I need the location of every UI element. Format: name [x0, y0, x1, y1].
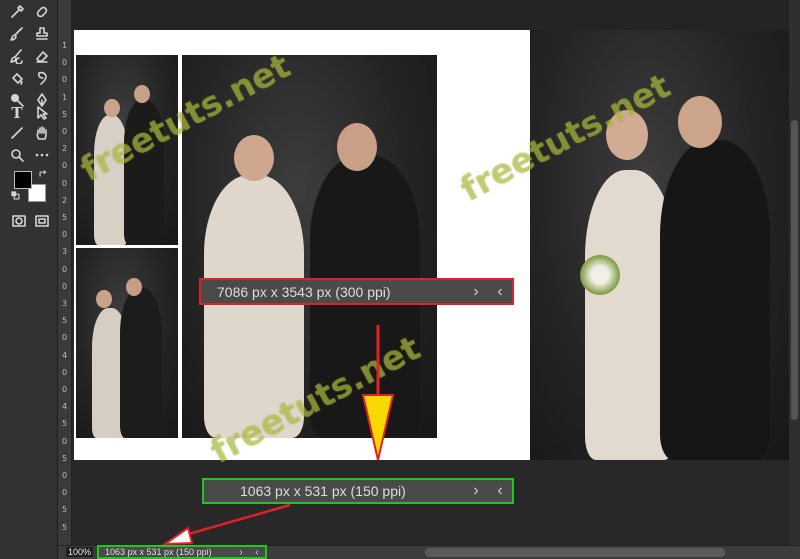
vertical-scroll-thumb[interactable]	[791, 120, 798, 420]
horizontal-scroll-thumb[interactable]	[425, 548, 725, 557]
ellipsis-icon	[35, 153, 49, 157]
ruler-tick-label: 5	[61, 453, 68, 463]
hand-icon	[36, 126, 47, 140]
photo-couple-center	[182, 55, 437, 438]
swap-arrows-icon	[39, 169, 46, 177]
photo-couple-bottom-left	[76, 248, 178, 438]
ruler-tick-label: 2	[61, 144, 68, 154]
ruler-tick-label: 0	[61, 75, 68, 85]
brush-tool[interactable]	[6, 25, 28, 43]
screen-mode-icon	[35, 215, 49, 227]
ruler-tick-label: 2	[61, 195, 68, 205]
ruler-tick-label: 0	[61, 58, 68, 68]
ruler-tick-label: 0	[61, 230, 68, 240]
canvas-workspace[interactable]: freetuts.net freetuts.net freetuts.net	[72, 0, 789, 545]
smudge-tool[interactable]	[31, 69, 53, 87]
stamp-icon	[36, 27, 48, 40]
history-brush-icon	[10, 49, 23, 64]
ruler-tick-label: 5	[61, 505, 68, 515]
healing-brush-tool[interactable]	[31, 3, 53, 21]
stamp-tool[interactable]	[31, 25, 53, 43]
ruler-tick-label: 1	[61, 41, 68, 50]
statusbar-next-button[interactable]: ›	[464, 482, 488, 500]
tools-panel: T	[0, 0, 58, 559]
statusbar-next-button[interactable]: ›	[464, 283, 488, 301]
ruler-tick-label: 0	[61, 264, 68, 274]
bucket-icon	[12, 73, 23, 85]
zoom-tool[interactable]	[6, 146, 28, 164]
document-size-statusbar-medium: 1063 px x 531 px (150 ppi) › ‹	[202, 478, 514, 504]
document-size-label: 1063 px x 531 px (150 ppi)	[105, 547, 212, 557]
ruler-tick-label: 4	[61, 350, 68, 360]
ruler-tick-label: 5	[61, 213, 68, 222]
ruler-tick-label: 0	[61, 367, 68, 377]
ruler-tick-label: 4	[61, 402, 68, 412]
photo-layout-document[interactable]	[74, 30, 530, 460]
document-size-label: 7086 px x 3543 px (300 ppi)	[217, 283, 391, 300]
ruler-tick-label: 0	[61, 471, 68, 480]
screen-mode-button[interactable]	[31, 212, 53, 230]
line-icon	[11, 127, 23, 139]
ruler-tick-label: 0	[61, 436, 68, 446]
eraser-tool[interactable]	[31, 47, 53, 65]
ruler-tick-label: 5	[61, 316, 68, 326]
line-tool[interactable]	[6, 124, 28, 142]
more-tools-button[interactable]	[31, 146, 53, 164]
canvas-top-margin	[72, 0, 789, 30]
bottom-status-bar: 100% 1063 px x 531 px (150 ppi) › ‹	[58, 545, 800, 559]
photo-couple-right	[530, 30, 789, 460]
ruler-tick-label: 0	[61, 488, 68, 498]
path-selection-tool[interactable]	[31, 104, 53, 122]
quick-mask-icon	[12, 215, 26, 227]
statusbar-next-button[interactable]: ›	[233, 547, 249, 558]
default-colors-icon	[10, 190, 19, 199]
vertical-ruler[interactable]: 1 0 0 1 5 0 2 0 0 2 5 0 3 0 0 3 5 0 4 0 0 4 5 0 5 0 0 5 5	[58, 0, 72, 545]
ruler-tick-label: 0	[61, 161, 68, 171]
quick-mask-button[interactable]	[8, 212, 30, 230]
finger-icon	[37, 71, 47, 85]
type-tool[interactable]: T	[6, 104, 28, 122]
photo-couple-top-left	[76, 55, 178, 245]
eyedropper-icon	[11, 5, 24, 18]
ruler-tick-label: 3	[61, 299, 68, 308]
ruler-tick-label: 0	[61, 178, 68, 188]
foreground-color-swatch[interactable]	[14, 171, 32, 189]
statusbar-prev-button[interactable]: ‹	[488, 283, 512, 301]
brush-icon	[10, 27, 23, 41]
ruler-tick-label: 0	[61, 281, 68, 291]
hand-tool[interactable]	[31, 124, 53, 142]
document-size-statusbar-large: 7086 px x 3543 px (300 ppi) › ‹	[199, 278, 514, 305]
swap-colors-button[interactable]	[36, 166, 50, 180]
ruler-tick-label: 0	[61, 385, 68, 394]
ruler-tick-label: 0	[61, 127, 68, 136]
cursor-arrow-icon	[37, 106, 48, 120]
eraser-icon	[36, 51, 48, 63]
statusbar-prev-button[interactable]: ‹	[249, 547, 265, 558]
magnifier-icon	[11, 149, 24, 162]
ruler-tick-label: 5	[61, 109, 68, 119]
document-size-label: 1063 px x 531 px (150 ppi)	[240, 483, 406, 499]
eyedropper-tool[interactable]	[6, 3, 28, 21]
ruler-tick-label: 0	[61, 333, 68, 343]
default-colors-button[interactable]	[8, 188, 22, 202]
document-size-statusbar-bottom: 1063 px x 531 px (150 ppi) › ‹	[97, 545, 267, 559]
ruler-tick-label: 5	[61, 419, 68, 429]
ruler-tick-label: 5	[61, 522, 68, 532]
ruler-tick-label: 3	[61, 247, 68, 257]
type-icon: T	[11, 104, 23, 122]
vertical-scrollbar[interactable]	[789, 0, 800, 545]
statusbar-prev-button[interactable]: ‹	[488, 482, 512, 500]
bandage-icon	[36, 6, 48, 18]
zoom-level-field[interactable]: 100%	[66, 547, 94, 557]
ruler-tick-label: 1	[61, 92, 68, 102]
paint-bucket-tool[interactable]	[6, 69, 28, 87]
history-brush-tool[interactable]	[6, 47, 28, 65]
